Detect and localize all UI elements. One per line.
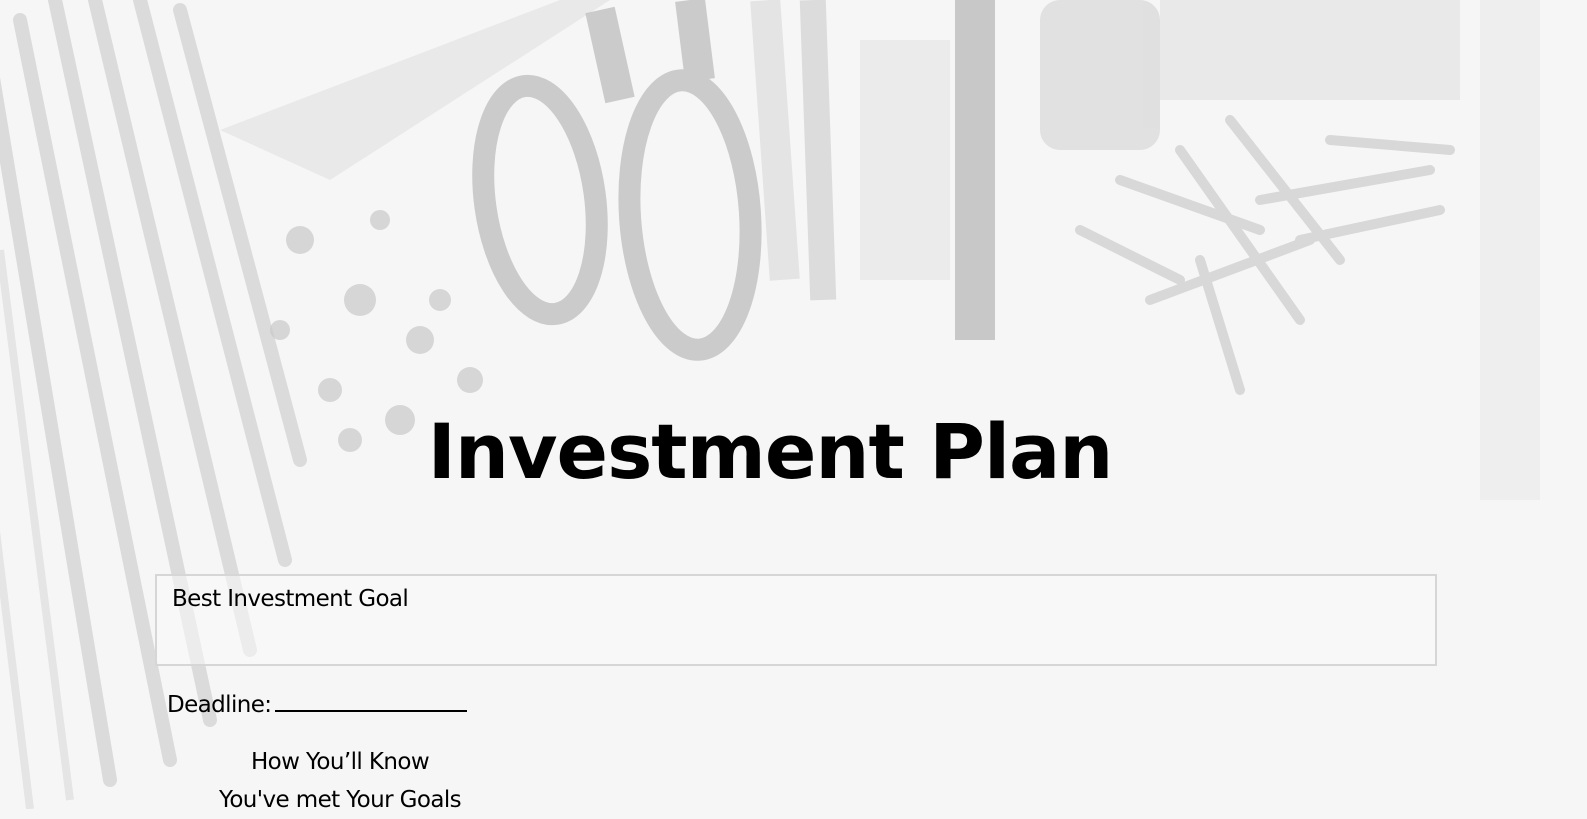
page-title: Investment Plan — [427, 407, 1114, 496]
deadline-blank-line[interactable] — [275, 688, 468, 712]
deadline-field: Deadline: — [167, 688, 468, 720]
clothespins-image — [1075, 115, 1455, 395]
how-youll-know-line1: How You’ll Know — [250, 749, 430, 775]
investment-goal-box[interactable]: Best Investment Goal — [155, 574, 1437, 666]
investment-goal-label: Best Investment Goal — [172, 586, 409, 612]
how-youll-know-heading: How You’ll Know You've met Your Goals — [180, 743, 500, 819]
how-youll-know-line2: You've met Your Goals — [218, 787, 462, 813]
pens-image — [750, 0, 995, 340]
deadline-label: Deadline: — [167, 692, 272, 718]
